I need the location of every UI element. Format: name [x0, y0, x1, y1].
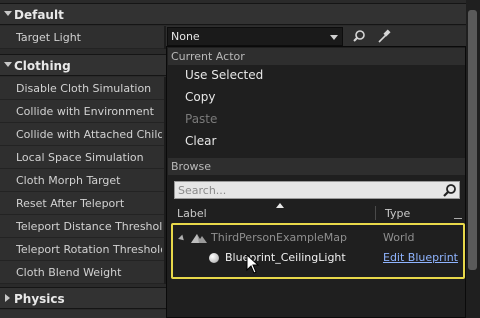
- actor-tree: ThirdPersonExampleMap World Blueprint_Ce…: [171, 223, 465, 279]
- expand-arrow-icon[interactable]: [178, 234, 186, 243]
- target-light-combo[interactable]: None: [167, 27, 343, 46]
- tree-row-world[interactable]: ThirdPersonExampleMap World: [173, 228, 463, 248]
- property-label: Cloth Blend Weight: [16, 266, 122, 279]
- column-header-label[interactable]: Label: [177, 207, 207, 220]
- menu-item-copy[interactable]: Copy: [185, 90, 215, 104]
- property-label: Local Space Simulation: [16, 151, 144, 164]
- world-icon: [189, 230, 209, 246]
- combo-value: None: [171, 30, 200, 43]
- magnifier-icon[interactable]: [350, 27, 370, 46]
- edit-blueprint-link[interactable]: Edit Blueprint: [383, 251, 465, 264]
- column-header-row: Label Type: [171, 203, 463, 222]
- property-label: Target Light: [16, 31, 81, 44]
- property-label: Reset After Teleport: [16, 197, 125, 210]
- actor-picker-dropdown: Current Actor Use Selected Copy Paste Cl…: [166, 46, 466, 318]
- section-default-header[interactable]: Default: [0, 3, 466, 25]
- collapse-arrow-icon[interactable]: [5, 294, 10, 302]
- light-bulb-icon: [209, 253, 219, 263]
- menu-item-clear[interactable]: Clear: [185, 134, 216, 148]
- section-title: Physics: [14, 292, 65, 306]
- column-menu-icon[interactable]: [454, 218, 462, 219]
- menu-heading-current-actor: Current Actor: [168, 48, 465, 65]
- search-input[interactable]: Search...: [174, 181, 460, 199]
- property-label: Disable Cloth Simulation: [16, 82, 152, 95]
- heading-text: Browse: [171, 160, 212, 173]
- search-icon: [442, 183, 457, 198]
- tree-row-type: World: [383, 231, 415, 244]
- section-title: Default: [14, 8, 64, 22]
- search-placeholder: Search...: [178, 184, 227, 197]
- sort-ascending-icon: [276, 203, 284, 208]
- expand-arrow-icon[interactable]: [4, 11, 12, 16]
- chevron-down-icon[interactable]: [330, 35, 338, 40]
- heading-text: Current Actor: [171, 50, 245, 63]
- property-label: Collide with Environment: [16, 105, 154, 118]
- eyedropper-icon[interactable]: [374, 27, 394, 46]
- section-title: Clothing: [14, 59, 71, 73]
- tree-row-actor[interactable]: Blueprint_CeilingLight Edit Blueprint: [173, 248, 463, 268]
- menu-heading-browse: Browse: [168, 158, 465, 175]
- property-label: Teleport Distance Threshold: [16, 220, 162, 233]
- mouse-cursor-icon: [246, 253, 260, 274]
- expand-arrow-icon[interactable]: [4, 62, 12, 67]
- tree-row-label: ThirdPersonExampleMap: [211, 231, 347, 244]
- property-label: Teleport Rotation Threshold: [16, 243, 162, 256]
- menu-item-use-selected[interactable]: Use Selected: [185, 68, 263, 82]
- scrollbar-thumb[interactable]: [468, 10, 477, 270]
- property-label: Collide with Attached Children: [16, 128, 162, 141]
- property-label: Cloth Morph Target: [16, 174, 121, 187]
- column-separator[interactable]: [375, 206, 376, 220]
- menu-item-paste[interactable]: Paste: [185, 112, 217, 126]
- column-header-type[interactable]: Type: [385, 207, 410, 220]
- tree-row-label: Blueprint_CeilingLight: [225, 251, 346, 264]
